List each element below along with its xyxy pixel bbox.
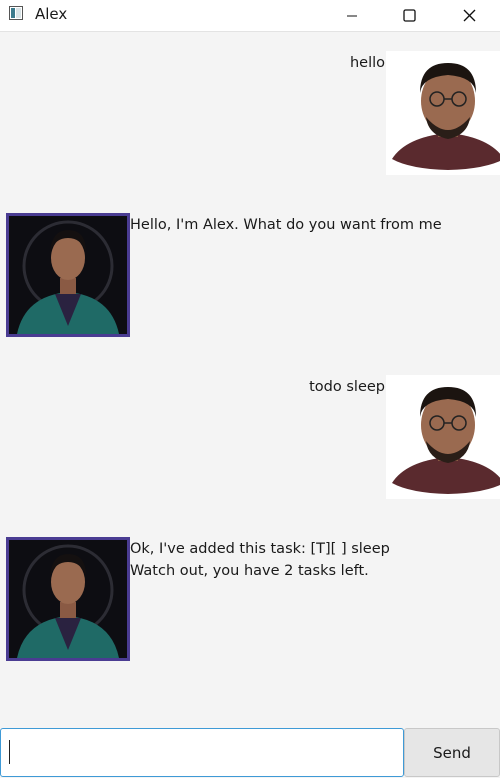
bot-message: Ok, I've added this task: [T][ ] sleep W… (130, 541, 390, 579)
bot-message: Hello, I'm Alex. What do you want from m… (130, 217, 442, 233)
user-photo (386, 51, 500, 175)
minimize-icon (347, 15, 357, 16)
title-bar: Alex (0, 0, 500, 32)
bot-photo (9, 216, 127, 334)
user-message: hello (349, 55, 385, 71)
window-icon (9, 6, 23, 20)
maximize-icon (402, 9, 416, 22)
user-photo (386, 375, 500, 499)
bot-avatar (6, 537, 130, 661)
bot-photo (9, 540, 127, 658)
window-title: Alex (35, 5, 68, 23)
close-icon (463, 9, 475, 22)
dialog-container[interactable]: hello Hello, I'm Alex. What do you want … (0, 32, 500, 726)
message-input[interactable] (0, 728, 404, 777)
bot-avatar (6, 213, 130, 337)
send-button[interactable]: Send (404, 728, 500, 777)
user-message: todo sleep (309, 379, 385, 395)
close-button[interactable] (446, 0, 492, 31)
user-avatar (386, 51, 500, 175)
input-bar: Send (0, 727, 500, 778)
maximize-button[interactable] (386, 0, 432, 31)
user-avatar (386, 375, 500, 499)
text-caret (9, 740, 10, 764)
minimize-button[interactable] (329, 0, 375, 31)
